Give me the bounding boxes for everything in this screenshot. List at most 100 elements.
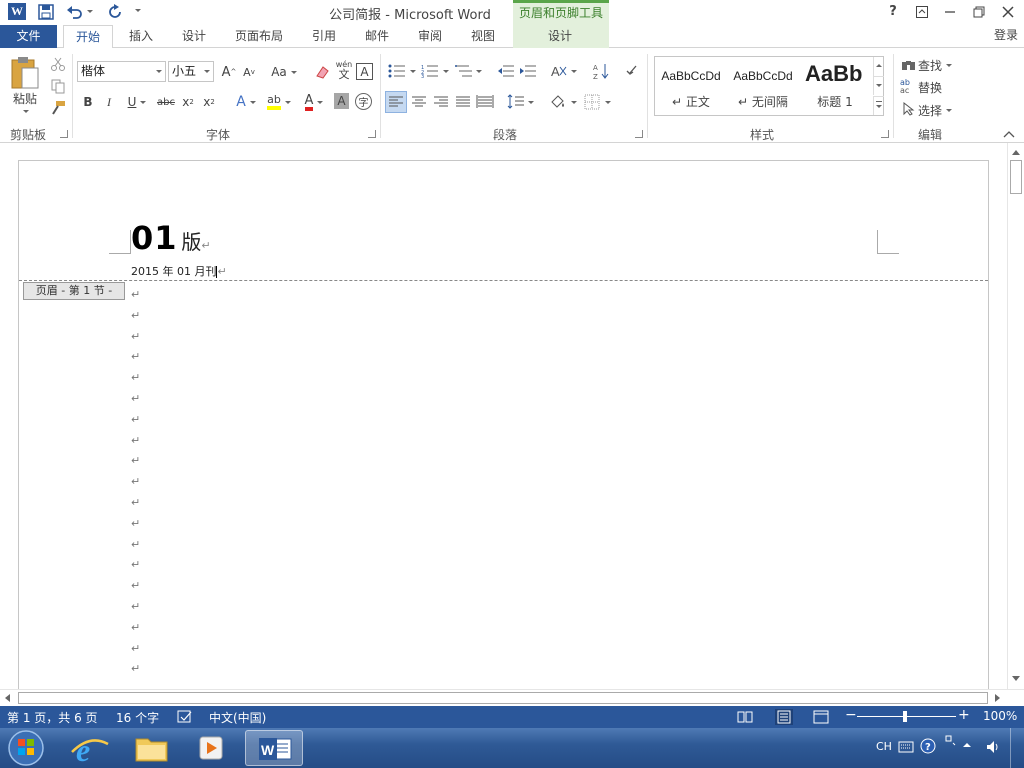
header-section-tag[interactable]: 页眉 - 第 1 节 -: [23, 282, 125, 300]
help-tray-icon[interactable]: ?: [920, 738, 936, 754]
media-player-taskbar-button[interactable]: [181, 730, 241, 766]
help-button[interactable]: ?: [881, 2, 905, 22]
select-button[interactable]: 选择: [918, 100, 958, 120]
shading-icon[interactable]: [548, 92, 568, 112]
scroll-left-arrow-icon[interactable]: [5, 694, 10, 702]
body-paragraphs[interactable]: ↵ ↵ ↵ ↵ ↵ ↵ ↵ ↵ ↵ ↵ ↵ ↵ ↵ ↵ ↵ ↵ ↵ ↵ ↵: [131, 285, 931, 680]
find-icon[interactable]: [901, 58, 917, 72]
file-explorer-taskbar-button[interactable]: [121, 730, 181, 766]
scroll-up-arrow-icon[interactable]: [1012, 150, 1020, 155]
redo-icon[interactable]: [106, 3, 124, 21]
copy-icon[interactable]: [50, 78, 66, 94]
zoom-slider-thumb[interactable]: [903, 711, 907, 722]
read-mode-icon[interactable]: [737, 710, 753, 724]
language-status[interactable]: 中文(中国): [209, 709, 266, 726]
multilevel-list-icon[interactable]: [455, 64, 473, 78]
header-date[interactable]: 2015 年 01 月刊↵: [131, 263, 227, 279]
multilevel-list-dropdown-icon[interactable]: [476, 70, 482, 73]
word-taskbar-button[interactable]: W: [245, 730, 303, 766]
save-icon[interactable]: [38, 4, 54, 20]
zoom-level[interactable]: 100%: [983, 709, 1017, 723]
horizontal-scroll-thumb[interactable]: [18, 692, 988, 704]
keyboard-icon[interactable]: [898, 740, 914, 754]
decrease-indent-icon[interactable]: [497, 64, 515, 78]
chinese-layout-dropdown-icon[interactable]: [571, 70, 577, 73]
show-hidden-icons-icon[interactable]: [962, 740, 972, 750]
volume-icon[interactable]: [985, 739, 1001, 755]
word-count-status[interactable]: 16 个字: [116, 709, 159, 726]
tab-view[interactable]: 视图: [464, 25, 502, 48]
shading-dropdown-icon[interactable]: [571, 101, 577, 104]
scroll-right-arrow-icon[interactable]: [995, 694, 1000, 702]
minimize-icon[interactable]: [938, 2, 962, 22]
strikethrough-button[interactable]: abc: [155, 92, 177, 112]
collapse-ribbon-icon[interactable]: [1003, 130, 1015, 138]
borders-icon[interactable]: [582, 92, 602, 112]
style-no-spacing[interactable]: AaBbCcDd ↵ 无间隔: [727, 57, 799, 115]
chinese-layout-icon[interactable]: A: [550, 63, 568, 79]
numbering-icon[interactable]: 123: [421, 64, 439, 78]
align-center-icon[interactable]: [409, 92, 429, 112]
bullets-icon[interactable]: [388, 64, 406, 78]
paragraph-launcher-icon[interactable]: [635, 130, 643, 138]
document-page[interactable]: 01 版↵ 2015 年 01 月刊↵ 页眉 - 第 1 节 - ↵ ↵ ↵ ↵ ↵ ↵ ↵…: [18, 160, 989, 700]
line-spacing-icon[interactable]: [506, 92, 526, 112]
paste-button[interactable]: 粘贴: [8, 88, 42, 108]
align-left-button[interactable]: [385, 91, 407, 113]
font-name-combo[interactable]: 楷体: [77, 61, 166, 82]
font-size-dropdown-icon[interactable]: [201, 62, 213, 81]
italic-button[interactable]: I: [101, 92, 117, 112]
grow-font-button[interactable]: A ^: [219, 62, 239, 82]
line-spacing-dropdown-icon[interactable]: [528, 101, 534, 104]
change-case-button[interactable]: Aa: [268, 62, 300, 82]
subscript-button[interactable]: x2: [180, 92, 196, 112]
text-effects-button[interactable]: A: [232, 92, 260, 112]
cut-icon[interactable]: [50, 56, 66, 72]
word-app-icon[interactable]: W: [8, 3, 26, 20]
tab-mailings[interactable]: 邮件: [358, 25, 396, 48]
tab-home[interactable]: 开始: [63, 25, 113, 49]
tab-review[interactable]: 审阅: [411, 25, 449, 48]
web-layout-icon[interactable]: [813, 710, 829, 724]
styles-scroll-up-icon[interactable]: [873, 57, 884, 76]
font-size-combo[interactable]: 小五: [168, 61, 214, 82]
vertical-scroll-thumb[interactable]: [1010, 160, 1022, 194]
tab-references[interactable]: 引用: [305, 25, 343, 48]
ime-indicator[interactable]: CH: [876, 740, 892, 753]
tab-file[interactable]: 文件: [0, 25, 57, 48]
numbering-dropdown-icon[interactable]: [443, 70, 449, 73]
show-desktop-button[interactable]: [1010, 728, 1024, 768]
styles-launcher-icon[interactable]: [881, 130, 889, 138]
ime-options-icon[interactable]: [944, 734, 956, 746]
style-normal[interactable]: AaBbCcDd ↵ 正文: [655, 57, 727, 115]
horizontal-scrollbar[interactable]: [0, 689, 1024, 706]
highlight-button[interactable]: ab: [264, 92, 294, 112]
scroll-down-arrow-icon[interactable]: [1012, 676, 1020, 681]
sign-in-link[interactable]: 登录: [994, 25, 1024, 45]
bold-button[interactable]: B: [80, 92, 96, 112]
tab-header-footer-design[interactable]: 设计: [540, 25, 580, 48]
clipboard-launcher-icon[interactable]: [60, 130, 68, 138]
style-heading-1[interactable]: AaBb 标题 1: [799, 57, 871, 115]
tab-insert[interactable]: 插入: [122, 25, 160, 48]
restore-icon[interactable]: [967, 2, 991, 22]
bullets-dropdown-icon[interactable]: [410, 70, 416, 73]
paste-dropdown-icon[interactable]: [23, 110, 29, 113]
internet-explorer-taskbar-button[interactable]: e: [60, 730, 120, 768]
character-shading-button[interactable]: A: [334, 93, 349, 109]
borders-dropdown-icon[interactable]: [605, 101, 611, 104]
select-cursor-icon[interactable]: [903, 102, 915, 116]
phonetic-guide-button[interactable]: wén 文: [334, 60, 354, 80]
character-border-button[interactable]: A: [356, 63, 373, 80]
format-painter-icon[interactable]: [50, 100, 66, 116]
header-issue-title[interactable]: 01 版↵: [131, 219, 211, 257]
distributed-icon[interactable]: [475, 92, 495, 112]
proofing-icon[interactable]: [177, 710, 193, 724]
find-button[interactable]: 查找: [918, 55, 962, 75]
font-color-button[interactable]: A: [299, 92, 329, 112]
close-icon[interactable]: [996, 2, 1020, 22]
shrink-font-button[interactable]: Av: [240, 62, 258, 82]
font-name-dropdown-icon[interactable]: [153, 62, 165, 81]
justify-icon[interactable]: [453, 92, 473, 112]
tab-design[interactable]: 设计: [175, 25, 213, 48]
